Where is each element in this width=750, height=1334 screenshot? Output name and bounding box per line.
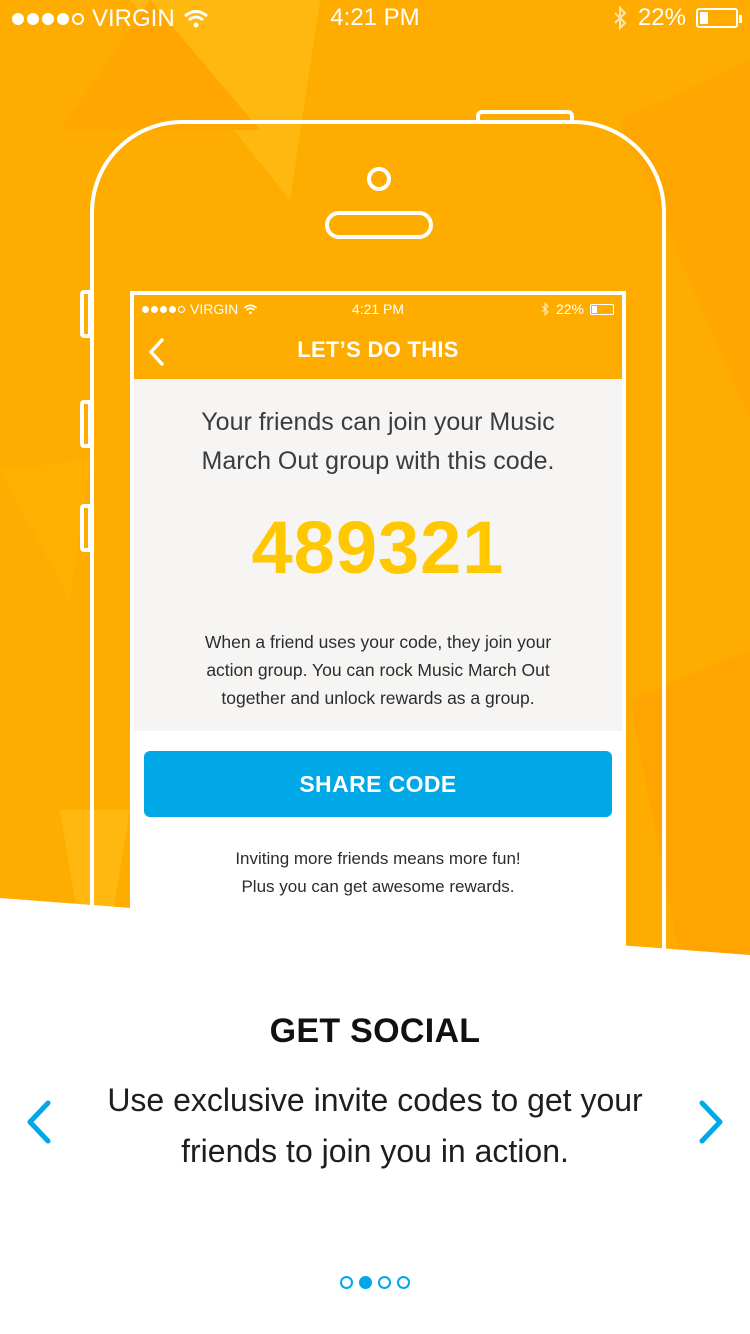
status-bar: VIRGIN 4:21 PM 22% [0,0,750,36]
battery-icon [696,8,742,28]
mockup-nav-bar: LET’S DO THIS [134,323,622,379]
feature-description: Use exclusive invite codes to get your f… [95,1075,655,1177]
phone-speaker [325,211,433,239]
phone-top-button [476,110,574,124]
page-dot[interactable] [340,1276,353,1289]
join-instructions: Your friends can join your Music March O… [134,403,622,481]
invite-note-line: Plus you can get awesome rewards. [241,877,515,896]
invite-code: 489321 [251,506,505,589]
battery-icon [590,303,614,315]
code-explanation: When a friend uses your code, they join … [174,628,582,712]
previous-arrow-icon[interactable] [22,1097,56,1147]
phone-side-button [80,504,92,552]
join-instructions-line: Your friends can join your Music [201,408,555,436]
invite-note: Inviting more friends means more fun! Pl… [134,845,622,901]
bluetooth-icon [614,6,627,30]
code-explanation-line: action group. You can rock Music March O… [206,660,550,680]
join-instructions-line: March Out group with this code. [201,447,555,475]
mockup-status-bar: VIRGIN 4:21 PM 22% [134,295,622,323]
mockup-nav-title: LET’S DO THIS [297,337,459,362]
phone-screen: VIRGIN 4:21 PM 22% LET’S DO THIS Your fr… [130,291,626,960]
hero-background: VIRGIN 4:21 PM 22% VIRGIN 4:21 PM 22% LE… [0,0,750,960]
battery-percent: 22% [555,301,584,317]
page-indicator [0,1276,750,1289]
bluetooth-icon [541,302,549,316]
page-dot[interactable] [397,1276,410,1289]
page-dot[interactable] [378,1276,391,1289]
phone-camera [367,167,391,191]
next-arrow-icon[interactable] [694,1097,728,1147]
invite-note-line: Inviting more friends means more fun! [235,849,521,868]
share-code-button[interactable]: SHARE CODE [144,751,612,817]
code-explanation-line: When a friend uses your code, they join … [204,632,552,652]
feature-description-line: Use exclusive invite codes to get your [107,1082,643,1118]
code-explanation-line: together and unlock rewards as a group. [221,688,535,708]
feature-description-line: friends to join you in action. [181,1133,569,1169]
feature-title: GET SOCIAL [269,1012,481,1050]
page-dot[interactable] [359,1276,372,1289]
battery-percent: 22% [637,4,686,31]
phone-side-button [80,290,92,338]
phone-side-button [80,400,92,448]
